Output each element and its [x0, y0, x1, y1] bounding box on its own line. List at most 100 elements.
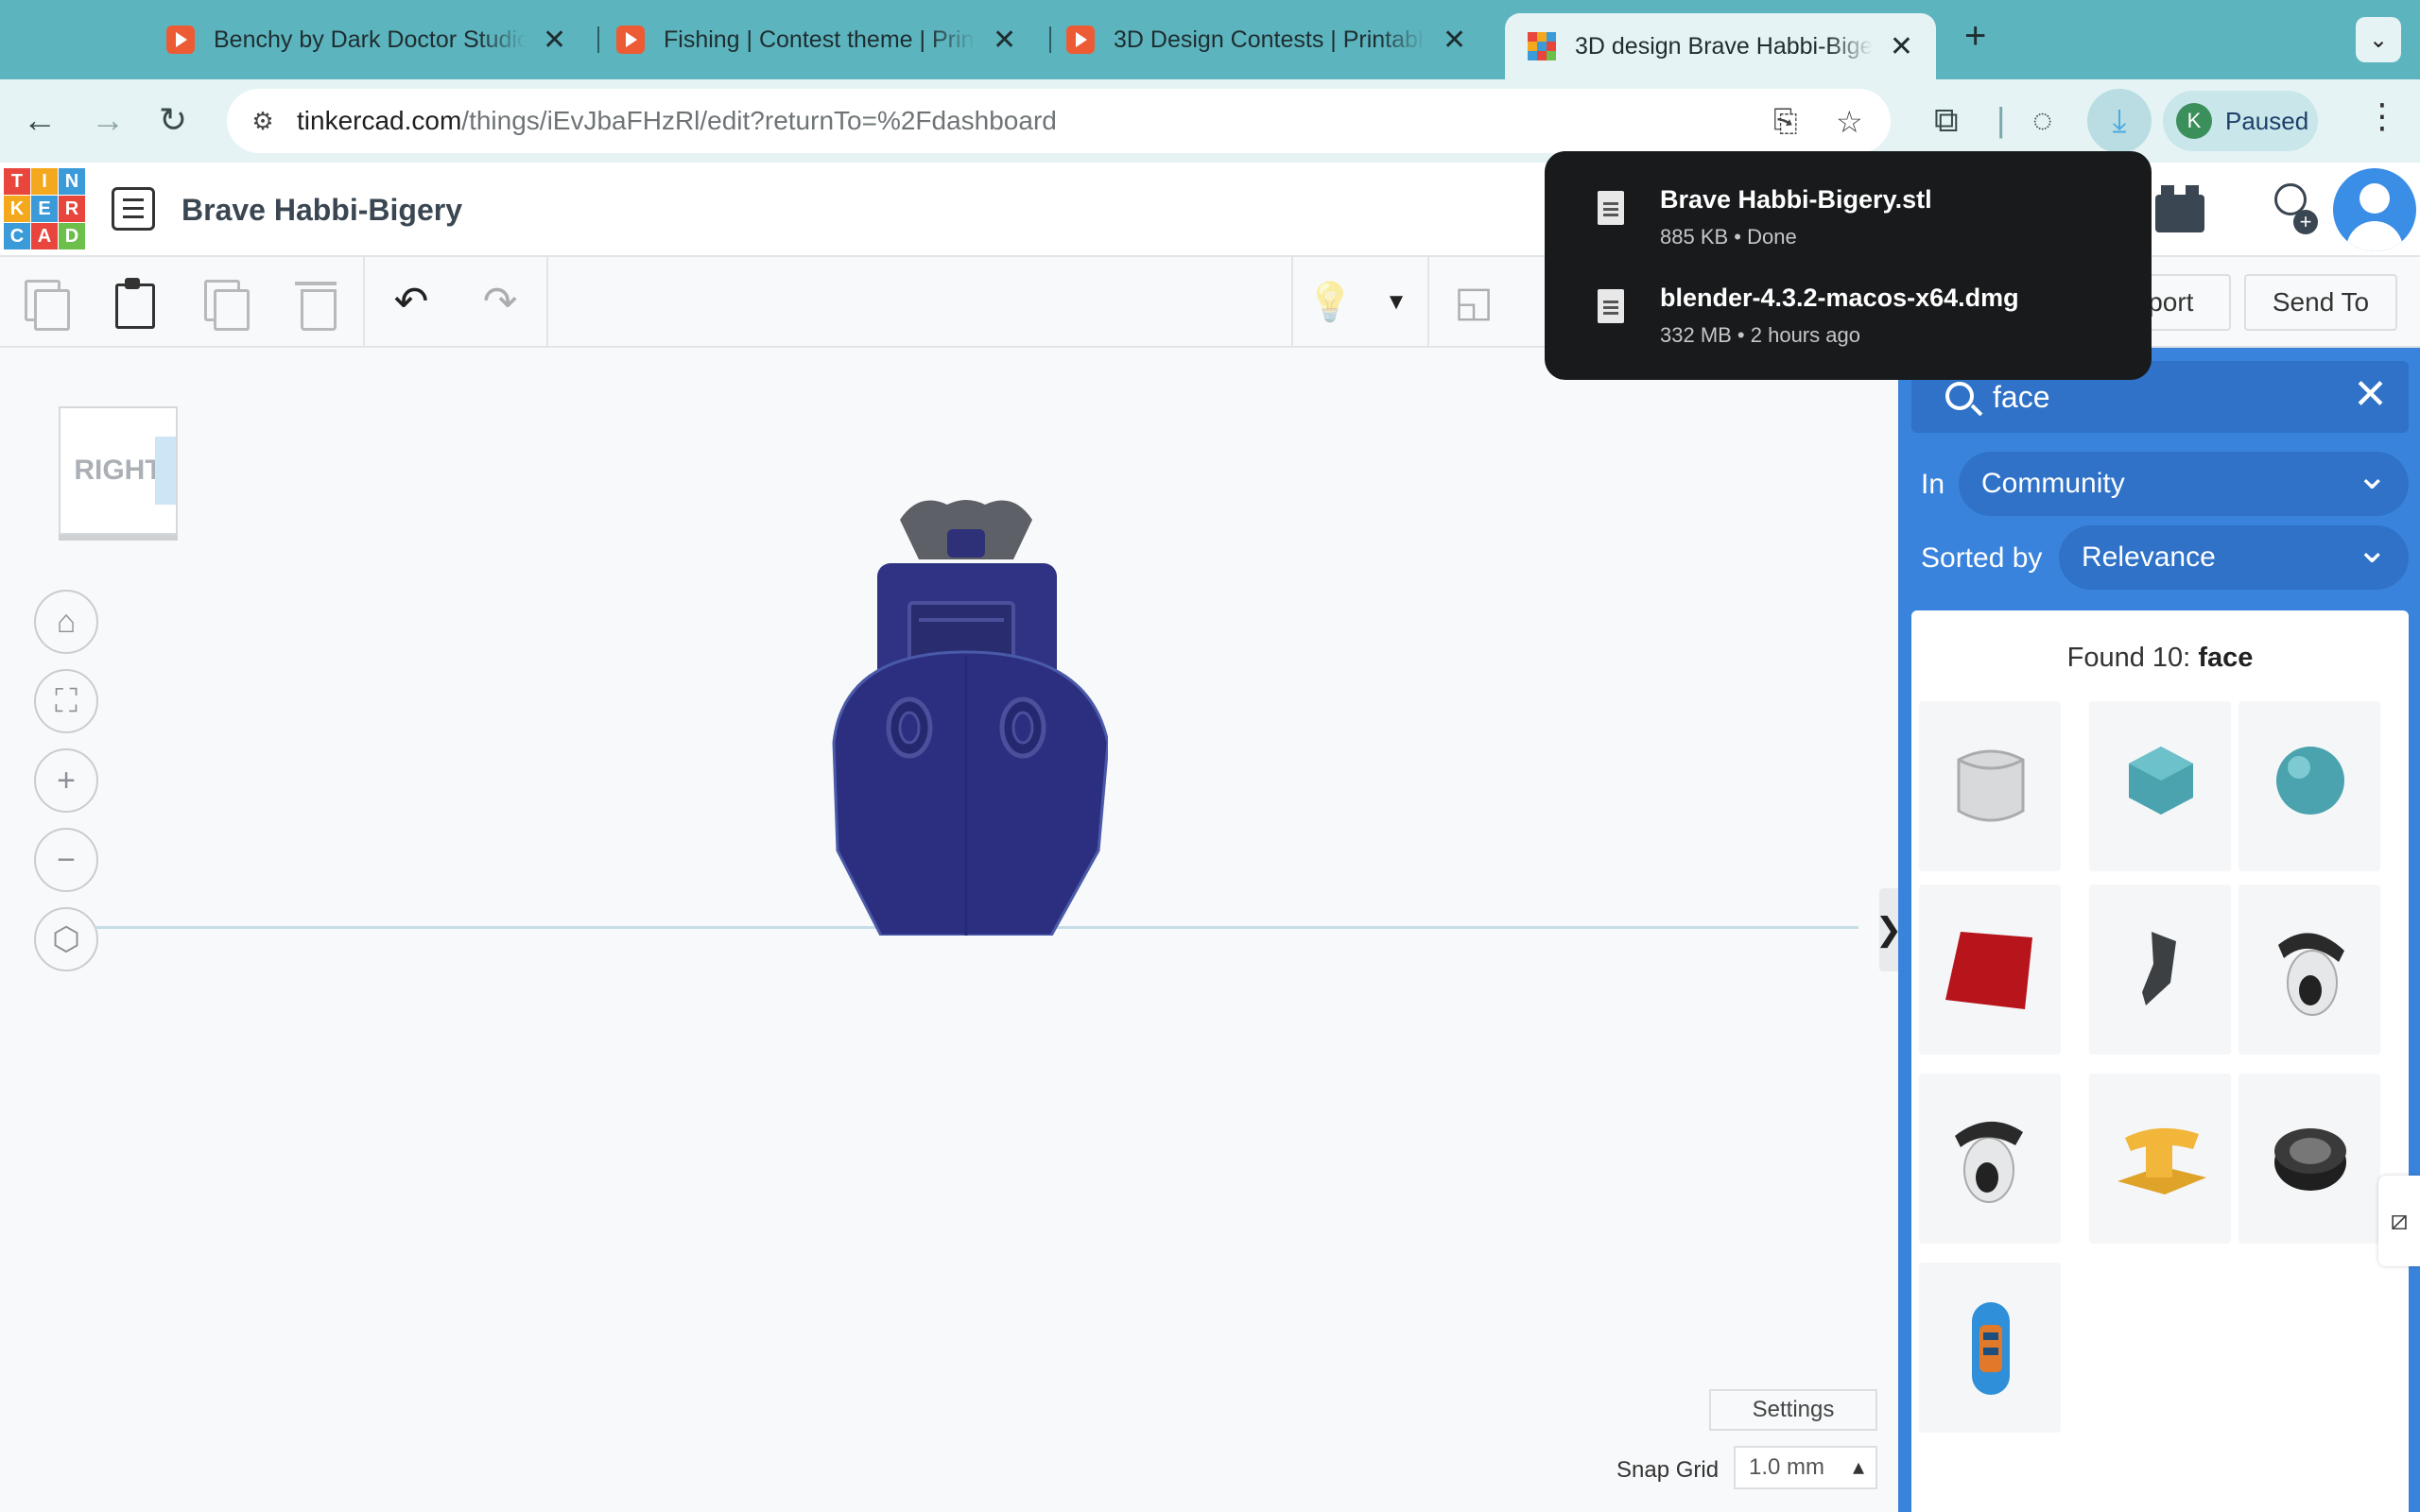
browser-menu-icon[interactable]: ⋮ — [2365, 96, 2399, 136]
copy-icon[interactable] — [21, 278, 70, 331]
extensions-puzzle-icon[interactable]: ⧉ — [1934, 100, 1959, 141]
back-arrow-icon[interactable]: ← — [23, 100, 57, 140]
install-app-icon[interactable]: ⎘ — [1773, 104, 1798, 140]
new-tab-icon[interactable]: + — [1964, 15, 1986, 58]
site-info-icon[interactable]: ⚙ — [246, 104, 280, 138]
result-dark-nose[interactable] — [2089, 885, 2231, 1055]
toolbar-divider — [546, 257, 548, 348]
result-teal-sphere[interactable] — [2238, 701, 2380, 871]
logo-letter: N — [59, 168, 85, 195]
browser-tab-1[interactable]: Benchy by Dark Doctor Studio ✕ — [144, 13, 597, 66]
downloads-bubble: Brave Habbi-Bigery.stl 885 KB • Done ble… — [1545, 151, 2152, 380]
close-tab-icon[interactable]: ✕ — [1890, 30, 1913, 63]
snap-grid-label: Snap Grid — [1616, 1457, 1720, 1483]
note-shape-icon[interactable]: ◱ — [1450, 278, 1497, 327]
url-path: /things/iEvJbaFHzRl/edit?returnTo=%2Fdas… — [461, 106, 1057, 135]
download-item[interactable]: Brave Habbi-Bigery.stl 885 KB • Done — [1545, 164, 2152, 255]
settings-label: Settings — [1752, 1397, 1835, 1422]
benchy-boat-model[interactable] — [824, 491, 1108, 936]
logo-letter: T — [4, 168, 30, 195]
settings-button[interactable]: Settings — [1709, 1389, 1877, 1431]
tinkercad-logo[interactable]: T I N K E R C A D — [4, 168, 85, 249]
printables-icon — [1066, 26, 1095, 54]
zoom-out-icon[interactable]: − — [34, 828, 98, 892]
undo-icon[interactable]: ↶ — [388, 278, 435, 327]
close-tab-icon[interactable]: ✕ — [1443, 24, 1466, 57]
forward-arrow-icon[interactable]: → — [91, 100, 125, 140]
reload-icon[interactable]: ↻ — [159, 100, 187, 140]
delete-icon[interactable] — [293, 278, 340, 331]
clear-search-icon[interactable]: ✕ — [2353, 374, 2388, 416]
result-black-tire[interactable] — [2238, 1074, 2380, 1244]
toolbar-divider: | — [1996, 100, 2006, 139]
result-yellow-stamp[interactable] — [2089, 1074, 2231, 1244]
browser-tab-2[interactable]: Fishing | Contest theme | Printables ✕ — [594, 13, 1047, 66]
close-tab-icon[interactable]: ✕ — [993, 24, 1016, 57]
redo-icon[interactable]: ↷ — [476, 278, 524, 327]
address-bar[interactable]: ⚙ tinkercad.com/things/iEvJbaFHzRl/edit?… — [227, 89, 1891, 153]
tab-search-chevron-icon[interactable]: ⌄ — [2356, 17, 2401, 62]
url-host: tinkercad.com — [297, 106, 462, 135]
duplicate-icon[interactable] — [200, 278, 250, 331]
result-eye-with-lid[interactable] — [2238, 885, 2380, 1055]
search-icon — [1945, 382, 1974, 410]
home-view-icon[interactable]: ⌂ — [34, 590, 98, 654]
snap-grid-value: 1.0 mm — [1749, 1454, 1825, 1480]
sorted-by-label: Sorted by — [1921, 542, 2043, 574]
bookmark-star-icon[interactable]: ☆ — [1836, 104, 1863, 140]
file-icon — [1598, 289, 1624, 323]
user-avatar[interactable] — [2333, 168, 2416, 251]
download-filename: blender-4.3.2-macos-x64.dmg — [1660, 284, 2019, 312]
chevron-down-icon[interactable]: ▼ — [1373, 278, 1420, 327]
collapse-panel-chevron-icon[interactable]: ❯ — [1876, 888, 1902, 971]
logo-letter: A — [31, 223, 58, 249]
logo-letter: K — [4, 196, 30, 222]
bricks-icon[interactable] — [2155, 185, 2204, 232]
side-panel-toggle-icon[interactable]: ⧄ — [2378, 1176, 2420, 1266]
result-rounded-cube[interactable] — [1919, 701, 2061, 871]
fit-view-icon[interactable]: ⛶ — [34, 669, 98, 733]
url-text[interactable]: tinkercad.com/things/iEvJbaFHzRl/edit?re… — [297, 106, 1057, 136]
profile-button[interactable]: K Paused — [2163, 91, 2318, 151]
download-meta: 332 MB • 2 hours ago — [1660, 323, 1860, 347]
shapes-search-panel: face ✕ In Community Sorted by Relevance … — [1898, 348, 2420, 1512]
in-value: Community — [1981, 468, 2125, 499]
download-meta: 885 KB • Done — [1660, 225, 1797, 249]
result-teal-polyhedron[interactable] — [2089, 701, 2231, 871]
toolbar-divider — [1427, 257, 1429, 348]
sort-select[interactable]: Relevance — [2059, 518, 2409, 590]
send-to-button[interactable]: Send To — [2244, 274, 2397, 331]
design-title[interactable]: Brave Habbi-Bigery — [182, 193, 462, 228]
snap-grid-select[interactable]: 1.0 mm — [1734, 1446, 1877, 1489]
in-select[interactable]: Community — [1959, 444, 2409, 516]
result-eye-with-lid-2[interactable] — [1919, 1074, 2061, 1244]
tab-title: 3D design Brave Habbi-Bigery — [1575, 32, 1873, 60]
logo-letter: E — [31, 196, 58, 222]
download-item[interactable]: blender-4.3.2-macos-x64.dmg 332 MB • 2 h… — [1545, 263, 2152, 353]
toolbar-divider — [363, 257, 365, 348]
add-user-icon[interactable] — [2261, 183, 2318, 240]
search-results: Found 10: face — [1911, 610, 2409, 1512]
view-cube[interactable]: RIGHT — [59, 406, 178, 535]
lightbulb-icon[interactable]: 💡 — [1306, 278, 1354, 327]
logo-letter: C — [4, 223, 30, 249]
close-tab-icon[interactable]: ✕ — [543, 24, 566, 57]
result-red-wedge[interactable] — [1919, 885, 2061, 1055]
extension-icon[interactable]: ◌ — [2032, 100, 2052, 140]
printables-icon — [166, 26, 195, 54]
tab-title: 3D Design Contests | Printables — [1114, 26, 1426, 53]
perspective-cube-icon[interactable]: ⬡ — [34, 907, 98, 971]
paste-icon[interactable] — [110, 278, 157, 329]
results-count: Found 10: face — [1911, 643, 2409, 674]
design-list-icon[interactable] — [112, 187, 155, 231]
browser-tab-4-active[interactable]: 3D design Brave Habbi-Bigery ✕ — [1505, 13, 1936, 79]
view-cube-label: RIGHT — [74, 455, 163, 486]
browser-tab-3[interactable]: 3D Design Contests | Printables ✕ — [1044, 13, 1497, 66]
downloads-icon[interactable]: ⤓ — [2087, 89, 2152, 153]
profile-status: Paused — [2225, 106, 2309, 135]
found-prefix: Found 10: — [2066, 643, 2191, 673]
logo-letter: D — [59, 223, 85, 249]
zoom-in-icon[interactable]: + — [34, 748, 98, 813]
download-filename: Brave Habbi-Bigery.stl — [1660, 185, 1932, 214]
result-blue-capsule[interactable] — [1919, 1263, 2061, 1433]
